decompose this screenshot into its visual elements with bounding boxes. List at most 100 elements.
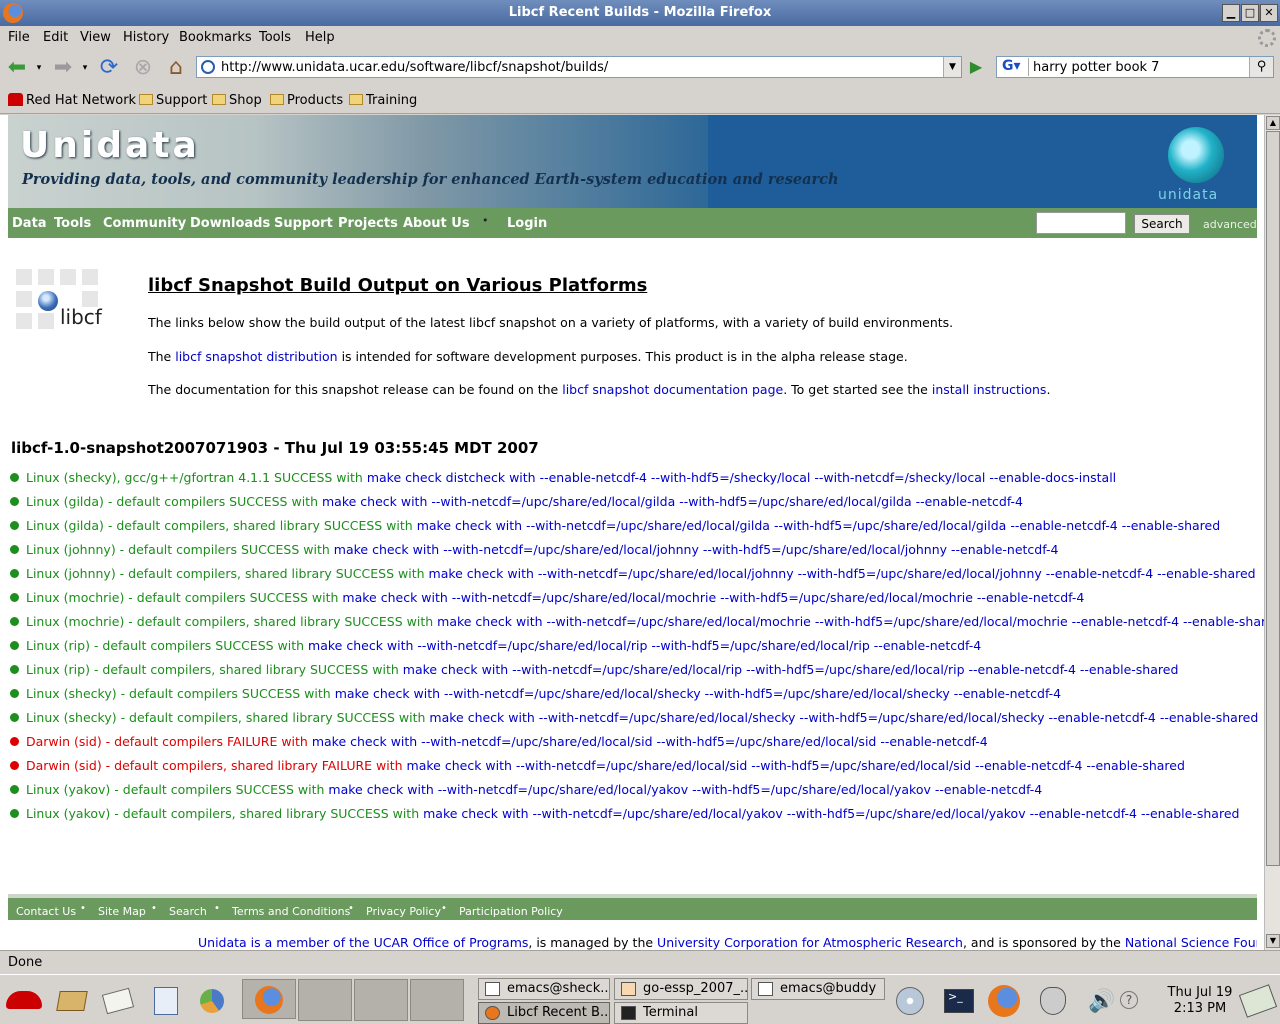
workspace-2[interactable] bbox=[354, 979, 408, 1021]
search-icon[interactable]: ⚲ bbox=[1249, 57, 1273, 77]
snapshot-distribution-link[interactable]: libcf snapshot distribution bbox=[175, 349, 337, 364]
menu-edit[interactable]: Edit bbox=[43, 30, 68, 45]
build-output-link[interactable]: make check with --with-netcdf=/upc/share… bbox=[403, 662, 1179, 677]
task-go-essp[interactable]: go-essp_2007_... bbox=[614, 978, 748, 1000]
build-status-text: Linux (yakov) - default compilers, share… bbox=[26, 806, 420, 821]
menu-bookmarks[interactable]: Bookmarks bbox=[179, 30, 252, 45]
help-icon[interactable]: ? bbox=[1118, 981, 1140, 1019]
home-icon[interactable]: ⌂ bbox=[163, 56, 189, 80]
bookmark-support[interactable]: Support bbox=[139, 93, 207, 108]
forward-icon[interactable]: ➡ bbox=[50, 56, 76, 80]
task-emacs-buddy[interactable]: emacs@buddy bbox=[751, 978, 885, 1000]
window-title: Libcf Recent Builds - Mozilla Firefox bbox=[508, 5, 772, 20]
nav-community[interactable]: Community bbox=[103, 216, 186, 231]
bookmark-red-hat-network[interactable]: Red Hat Network bbox=[8, 93, 136, 108]
build-output-link[interactable]: make check with --with-netcdf=/upc/share… bbox=[335, 686, 1061, 701]
vertical-scrollbar[interactable]: ▲ ▼ bbox=[1264, 115, 1280, 950]
url-bar[interactable]: http://www.unidata.ucar.edu/software/lib… bbox=[196, 56, 962, 78]
scrollbar-thumb[interactable] bbox=[1266, 131, 1280, 866]
documentation-page-link[interactable]: libcf snapshot documentation page bbox=[562, 382, 783, 397]
presentation-icon[interactable] bbox=[192, 981, 232, 1019]
maximize-icon[interactable]: □ bbox=[1241, 4, 1259, 22]
menu-tools[interactable]: Tools bbox=[259, 30, 291, 45]
build-output-link[interactable]: make check with --with-netcdf=/upc/share… bbox=[407, 758, 1185, 773]
menu-history[interactable]: History bbox=[123, 30, 169, 45]
site-brand[interactable]: Unidata bbox=[20, 125, 200, 166]
scroll-up-icon[interactable]: ▲ bbox=[1266, 116, 1280, 130]
footer-privacy[interactable]: Privacy Policy bbox=[366, 905, 441, 918]
ucar-link[interactable]: University Corporation for Atmospheric R… bbox=[657, 935, 963, 950]
workspace-3[interactable] bbox=[410, 979, 464, 1021]
go-icon[interactable]: ▶ bbox=[966, 58, 986, 76]
minimize-icon[interactable]: ▁ bbox=[1222, 4, 1240, 22]
gnu-icon[interactable] bbox=[1032, 981, 1072, 1019]
build-output-link[interactable]: make check with --with-netcdf=/upc/share… bbox=[322, 494, 1023, 509]
window-titlebar[interactable]: Libcf Recent Builds - Mozilla Firefox ▁ … bbox=[0, 0, 1280, 26]
footer-search[interactable]: Search bbox=[169, 905, 207, 918]
site-search-input[interactable] bbox=[1036, 212, 1126, 234]
build-output-link[interactable]: make check with --with-netcdf=/upc/share… bbox=[437, 614, 1264, 629]
nav-downloads[interactable]: Downloads bbox=[190, 216, 270, 231]
footer-contact-us[interactable]: Contact Us bbox=[16, 905, 76, 918]
build-output-link[interactable]: make check distcheck with --enable-netcd… bbox=[367, 470, 1116, 485]
build-output-link[interactable]: make check with --with-netcdf=/upc/share… bbox=[429, 566, 1256, 581]
nav-support[interactable]: Support bbox=[274, 216, 333, 231]
nav-projects[interactable]: Projects bbox=[338, 216, 398, 231]
task-emacs-shecky[interactable]: emacs@sheck... bbox=[478, 978, 610, 1000]
footer-site-map[interactable]: Site Map bbox=[98, 905, 146, 918]
google-engine-icon[interactable]: G▾ bbox=[999, 58, 1029, 76]
task-libcf-firefox[interactable]: Libcf Recent B... bbox=[478, 1002, 610, 1024]
ucar-office-link[interactable]: UCAR Office of Programs bbox=[374, 935, 529, 950]
mail-icon[interactable] bbox=[98, 981, 138, 1019]
footer-participation[interactable]: Participation Policy bbox=[459, 905, 563, 918]
web-search-input[interactable]: harry potter book 7 bbox=[1033, 60, 1159, 75]
menu-help[interactable]: Help bbox=[305, 30, 335, 45]
forward-dropdown-icon[interactable]: ▾ bbox=[78, 56, 92, 80]
web-search-box[interactable]: G▾ harry potter book 7 ⚲ bbox=[996, 56, 1274, 78]
terminal-launcher-icon[interactable]: >_ bbox=[938, 981, 978, 1019]
bookmark-training[interactable]: Training bbox=[349, 93, 417, 108]
build-output-link[interactable]: make check with --with-netcdf=/upc/share… bbox=[342, 590, 1084, 605]
bookmark-shop[interactable]: Shop bbox=[212, 93, 262, 108]
nav-about-us[interactable]: About Us bbox=[403, 216, 470, 231]
stop-icon[interactable]: ⊗ bbox=[130, 56, 156, 80]
firefox-tray-icon[interactable] bbox=[984, 981, 1024, 1019]
page-viewport[interactable]: Unidata Providing data, tools, and commu… bbox=[0, 115, 1264, 950]
nsf-link[interactable]: National Science Foundation bbox=[1125, 935, 1257, 950]
close-icon[interactable]: ✕ bbox=[1260, 4, 1278, 22]
build-output-link[interactable]: make check with --with-netcdf=/upc/share… bbox=[328, 782, 1042, 797]
build-output-link[interactable]: make check with --with-netcdf=/upc/share… bbox=[308, 638, 981, 653]
bookmark-products[interactable]: Products bbox=[270, 93, 343, 108]
build-output-link[interactable]: make check with --with-netcdf=/upc/share… bbox=[334, 542, 1059, 557]
scroll-down-icon[interactable]: ▼ bbox=[1266, 934, 1280, 948]
nav-data[interactable]: Data bbox=[12, 216, 47, 231]
install-instructions-link[interactable]: install instructions bbox=[932, 382, 1047, 397]
menu-file[interactable]: File bbox=[8, 30, 30, 45]
back-dropdown-icon[interactable]: ▾ bbox=[32, 56, 46, 80]
workspace-1[interactable] bbox=[298, 979, 352, 1021]
build-output-link[interactable]: make check with --with-netcdf=/upc/share… bbox=[417, 518, 1220, 533]
unidata-logo-icon[interactable] bbox=[1168, 127, 1224, 183]
cd-player-icon[interactable] bbox=[890, 981, 930, 1019]
task-terminal[interactable]: Terminal bbox=[614, 1002, 748, 1024]
back-icon[interactable]: ⬅ bbox=[4, 56, 30, 80]
menu-view[interactable]: View bbox=[80, 30, 111, 45]
document-icon[interactable] bbox=[146, 981, 186, 1019]
build-output-link[interactable]: make check with --with-netcdf=/upc/share… bbox=[423, 806, 1239, 821]
advanced-search-link[interactable]: advanced bbox=[1203, 218, 1257, 231]
firefox-launcher-icon[interactable] bbox=[242, 979, 296, 1019]
footer-terms[interactable]: Terms and Conditions bbox=[232, 905, 350, 918]
url-dropdown-icon[interactable]: ▼ bbox=[943, 57, 961, 77]
nav-tools[interactable]: Tools bbox=[54, 216, 91, 231]
nav-login[interactable]: Login bbox=[507, 216, 547, 231]
redhat-menu-icon[interactable] bbox=[2, 981, 46, 1019]
volume-icon[interactable]: 🔊 bbox=[1080, 981, 1120, 1019]
file-manager-icon[interactable] bbox=[52, 981, 92, 1019]
calculator-icon[interactable] bbox=[1238, 981, 1278, 1019]
reload-icon[interactable]: ⟳ bbox=[96, 56, 122, 80]
build-output-link[interactable]: make check with --with-netcdf=/upc/share… bbox=[312, 734, 988, 749]
ucar-text[interactable]: Unidata is a member of the bbox=[198, 935, 374, 950]
clock[interactable]: Thu Jul 19 2:13 PM bbox=[1165, 985, 1235, 1017]
site-search-button[interactable]: Search bbox=[1134, 214, 1190, 234]
build-output-link[interactable]: make check with --with-netcdf=/upc/share… bbox=[429, 710, 1258, 725]
